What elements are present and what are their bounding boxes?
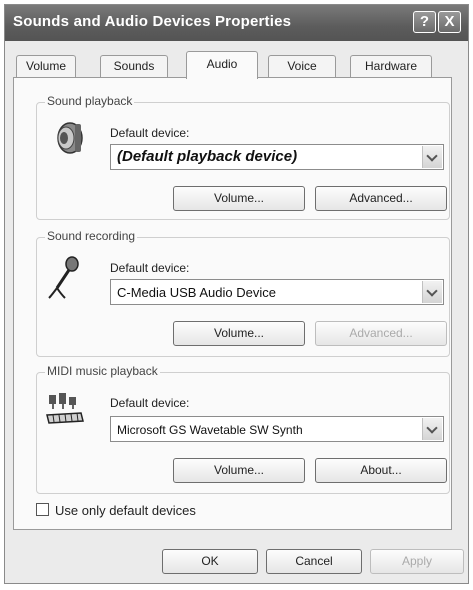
ok-button[interactable]: OK [162,549,258,574]
midi-keyboard-icon [46,393,84,424]
midi-about-button[interactable]: About... [315,458,447,483]
cancel-button[interactable]: Cancel [266,549,362,574]
midi-dropdown-arrow[interactable] [422,418,442,440]
recording-dropdown-arrow[interactable] [422,281,442,303]
midi-playback-legend: MIDI music playback [45,364,160,378]
playback-device-label: Default device: [110,126,190,140]
midi-device-select[interactable]: Microsoft GS Wavetable SW Synth [110,416,444,442]
midi-device-value: Microsoft GS Wavetable SW Synth [117,423,303,437]
playback-advanced-button[interactable]: Advanced... [315,186,447,211]
playback-device-value: (Default playback device) [117,148,298,165]
window-title: Sounds and Audio Devices Properties [13,13,292,30]
chevron-down-icon [426,150,438,162]
recording-volume-button[interactable]: Volume... [173,321,305,346]
tab-voice[interactable]: Voice [268,55,336,77]
close-button[interactable]: X [438,11,461,33]
playback-dropdown-arrow[interactable] [422,146,442,168]
recording-device-label: Default device: [110,261,190,275]
recording-device-select[interactable]: C-Media USB Audio Device [110,279,444,305]
tab-sounds[interactable]: Sounds [100,55,168,77]
audio-tab-panel: Sound playback Default device: (Default … [13,77,452,530]
title-bar: Sounds and Audio Devices Properties ? X [5,5,468,41]
use-only-default-checkbox[interactable] [36,503,49,516]
recording-advanced-button[interactable]: Advanced... [315,321,447,346]
playback-device-select[interactable]: (Default playback device) [110,144,444,170]
apply-button[interactable]: Apply [370,549,464,574]
recording-device-value: C-Media USB Audio Device [117,285,276,300]
midi-volume-button[interactable]: Volume... [173,458,305,483]
sound-playback-group: Sound playback Default device: (Default … [36,94,450,220]
midi-device-label: Default device: [110,396,190,410]
tab-hardware[interactable]: Hardware [350,55,432,77]
speaker-icon [57,122,83,154]
help-button[interactable]: ? [413,11,436,33]
playback-volume-button[interactable]: Volume... [173,186,305,211]
sound-recording-group: Sound recording Default device: C-Media … [36,229,450,357]
midi-playback-group: MIDI music playback Default device: Micr… [36,364,450,494]
chevron-down-icon [426,285,438,297]
tab-volume[interactable]: Volume [16,55,76,77]
tab-audio[interactable]: Audio [186,51,258,79]
sound-recording-legend: Sound recording [45,229,138,243]
use-only-default-label: Use only default devices [55,503,196,518]
chevron-down-icon [426,422,438,434]
sound-playback-legend: Sound playback [45,94,135,108]
microphone-icon [48,256,79,299]
